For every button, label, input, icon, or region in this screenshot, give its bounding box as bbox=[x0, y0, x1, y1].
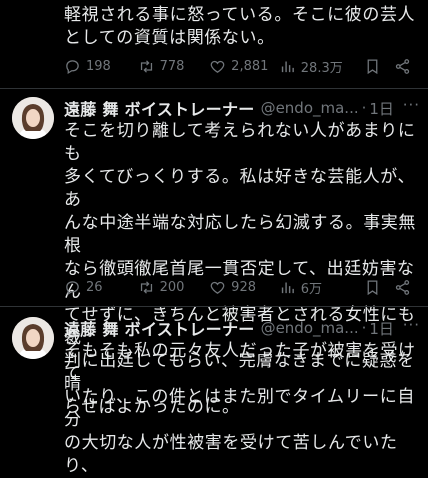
previous-tweet[interactable]: 軽視される事に怒っている。そこに彼の芸人 としての資質は関係ない。 198 77… bbox=[0, 0, 428, 90]
bookmark-button[interactable] bbox=[364, 58, 394, 75]
reply-count: 198 bbox=[86, 58, 111, 74]
reply-button[interactable]: 198 bbox=[64, 58, 138, 75]
views-icon bbox=[281, 61, 294, 72]
tweet[interactable]: 遠藤 舞 ボイストレーナー @endo_ma... · 1日 ··· そもそも私… bbox=[0, 307, 428, 476]
like-count: 928 bbox=[231, 279, 256, 295]
more-options-icon[interactable]: ··· bbox=[403, 316, 420, 334]
heart-icon bbox=[210, 60, 225, 73]
retweet-icon bbox=[140, 280, 152, 294]
tweet-line: 軽視される事に怒っている。そこに彼の芸人 bbox=[64, 5, 416, 25]
tweet-line: の大切な人が性被害を受けて苦しんでいたり、 bbox=[64, 433, 398, 476]
views-count: 6万 bbox=[300, 281, 323, 297]
display-name[interactable]: 遠藤 舞 ボイストレーナー bbox=[64, 97, 255, 119]
tweet-actions: 26 200 928 6万 bbox=[64, 276, 414, 298]
views-icon bbox=[281, 282, 294, 293]
reply-button[interactable]: 26 bbox=[64, 279, 138, 296]
like-button[interactable]: 928 bbox=[209, 279, 279, 296]
tweet-line: としての資質は関係ない。 bbox=[64, 28, 275, 48]
like-button[interactable]: 2,881 bbox=[209, 58, 279, 75]
separator-dot: · bbox=[361, 99, 367, 117]
timestamp[interactable]: 1日 bbox=[369, 318, 394, 339]
tweet-header: 遠藤 舞 ボイストレーナー @endo_ma... · 1日 bbox=[64, 97, 424, 119]
tweet-line: いたり、この件とはまた別でタイムリーに自分 bbox=[64, 387, 415, 430]
share-button[interactable] bbox=[394, 58, 414, 75]
like-count: 2,881 bbox=[231, 58, 269, 74]
tweet-line: 多くてびっくりする。私は好きな芸能人が、あ bbox=[64, 167, 416, 210]
avatar[interactable] bbox=[12, 97, 54, 139]
reply-count: 26 bbox=[86, 279, 103, 295]
retweet-count: 778 bbox=[159, 58, 185, 74]
retweet-icon bbox=[140, 59, 152, 73]
user-handle[interactable]: @endo_ma... bbox=[261, 99, 359, 117]
user-handle[interactable]: @endo_ma... bbox=[261, 319, 359, 337]
tweet-actions: 198 778 2,881 28.3万 bbox=[64, 55, 414, 77]
share-button[interactable] bbox=[394, 279, 414, 296]
share-icon bbox=[395, 58, 410, 74]
bookmark-icon bbox=[367, 58, 378, 74]
reply-icon bbox=[66, 59, 79, 74]
views-button[interactable]: 28.3万 bbox=[279, 57, 365, 76]
bookmark-icon bbox=[367, 279, 378, 295]
tweet-text: そもそも私の元々友人だった子が被害を受けて いたり、この件とはまた別でタイムリー… bbox=[64, 340, 424, 478]
timestamp[interactable]: 1日 bbox=[369, 98, 394, 119]
heart-icon bbox=[210, 281, 225, 294]
share-icon bbox=[395, 279, 410, 295]
display-name[interactable]: 遠藤 舞 ボイストレーナー bbox=[64, 317, 255, 339]
tweet-line: そもそも私の元々友人だった子が被害を受けて bbox=[64, 341, 416, 384]
views-count: 28.3万 bbox=[300, 60, 343, 76]
tweet-header: 遠藤 舞 ボイストレーナー @endo_ma... · 1日 bbox=[64, 317, 424, 339]
avatar-photo bbox=[12, 317, 54, 359]
retweet-button[interactable]: 200 bbox=[138, 279, 210, 296]
retweet-button[interactable]: 778 bbox=[138, 58, 210, 75]
tweet-text: 軽視される事に怒っている。そこに彼の芸人 としての資質は関係ない。 bbox=[64, 4, 424, 50]
avatar[interactable] bbox=[12, 317, 54, 359]
avatar-photo bbox=[12, 97, 54, 139]
tweet-line: そこを切り離して考えられない人があまりにも bbox=[64, 121, 416, 164]
views-button[interactable]: 6万 bbox=[279, 278, 365, 297]
bookmark-button[interactable] bbox=[364, 279, 394, 296]
separator-dot: · bbox=[361, 319, 367, 337]
retweet-count: 200 bbox=[159, 279, 185, 295]
tweet-line: んな中途半端な対応したら幻滅する。事実無根 bbox=[64, 213, 416, 256]
more-options-icon[interactable]: ··· bbox=[403, 96, 420, 114]
tweet[interactable]: 遠藤 舞 ボイストレーナー @endo_ma... · 1日 ··· そこを切り… bbox=[0, 89, 428, 417]
reply-icon bbox=[66, 280, 79, 295]
